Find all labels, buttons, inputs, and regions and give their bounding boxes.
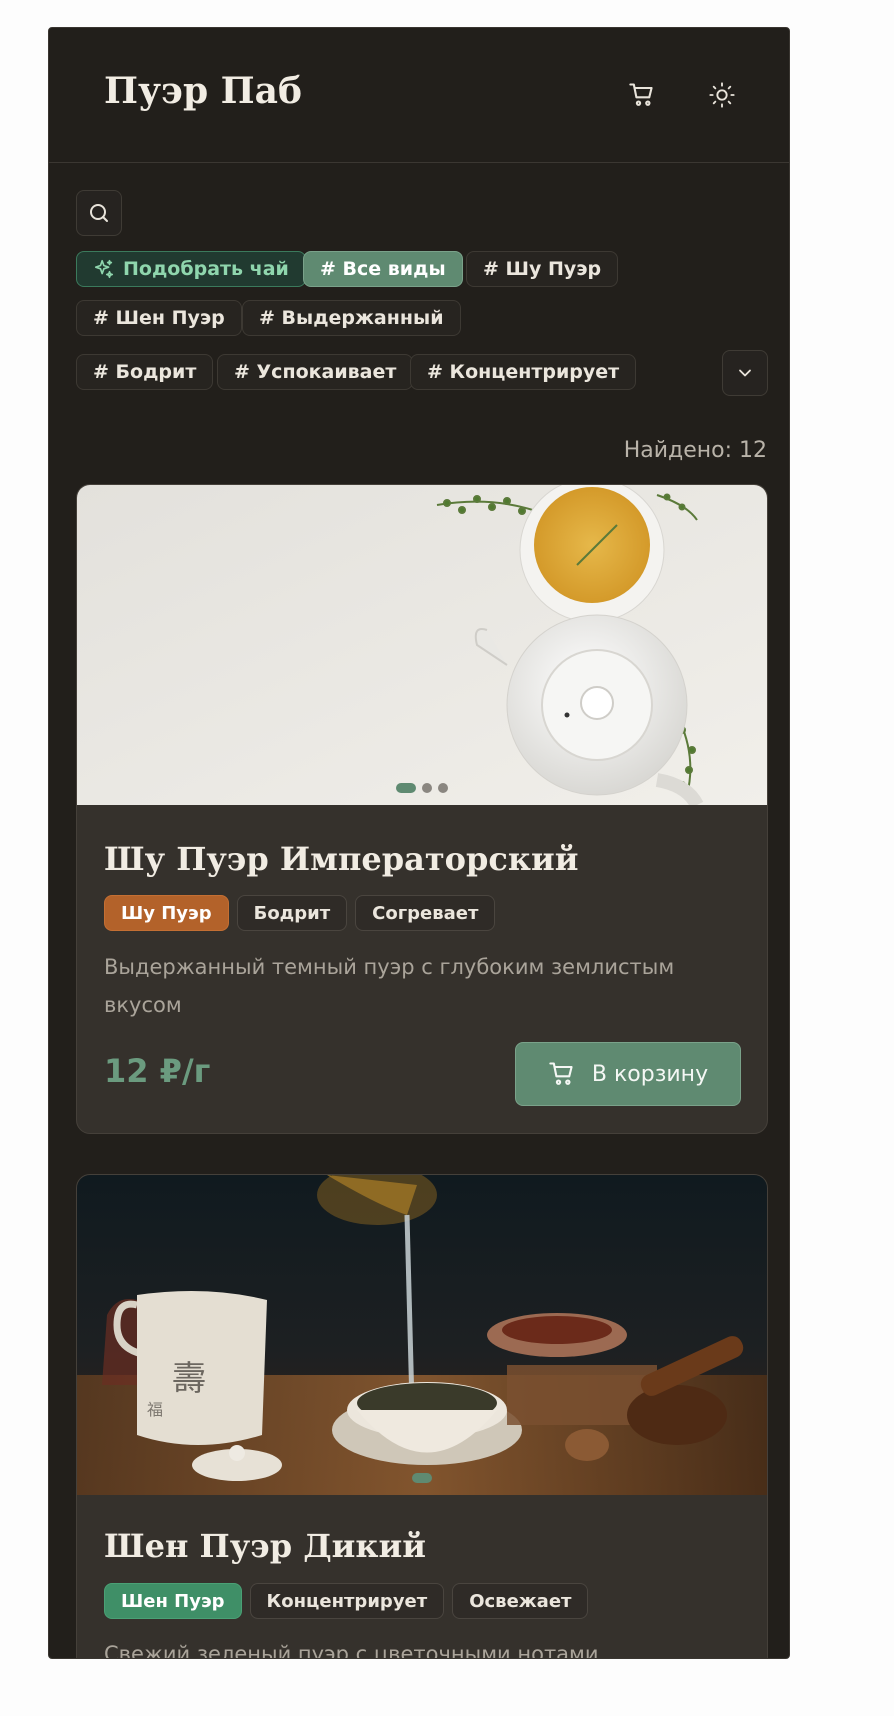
sun-icon[interactable]	[705, 78, 739, 112]
tag-effect: Концентрирует	[249, 1583, 445, 1619]
search-button[interactable]	[76, 190, 122, 236]
chip-aged[interactable]: # Выдержанный	[242, 300, 461, 336]
product-description: Выдержанный темный пуэр с глубоким земли…	[104, 955, 675, 1017]
carousel-dot[interactable]	[422, 783, 432, 793]
image-carousel-dots[interactable]	[412, 1473, 432, 1483]
cart-icon	[549, 1062, 573, 1085]
chip-shu-puer[interactable]: # Шу Пуэр	[466, 251, 619, 287]
chip-calms[interactable]: # Успокаивает	[217, 354, 414, 390]
cart-icon[interactable]	[625, 78, 659, 112]
carousel-dot[interactable]	[438, 783, 448, 793]
svg-text:福: 福	[147, 1400, 163, 1419]
header: Пуэр Паб	[49, 28, 789, 163]
logo[interactable]: Пуэр Паб	[104, 70, 302, 112]
product-tags: Шен Пуэр Концентрирует Освежает	[104, 1583, 589, 1619]
carousel-dot[interactable]	[396, 783, 416, 793]
svg-text:壽: 壽	[172, 1359, 206, 1399]
add-to-cart-button[interactable]: В корзину	[515, 1042, 741, 1106]
product-price: 12 ₽/г	[104, 1052, 211, 1090]
chevron-down-icon	[739, 369, 751, 377]
ai-pick-tea-button[interactable]: Подобрать чай	[76, 251, 306, 287]
tag-effect: Бодрит	[236, 895, 348, 931]
product-title[interactable]: Шен Пуэр Дикий	[104, 1527, 426, 1565]
add-to-cart-label: В корзину	[591, 1061, 709, 1087]
carousel-dot[interactable]	[412, 1473, 432, 1483]
chip-all-types[interactable]: # Все виды	[303, 251, 463, 287]
search-icon	[90, 204, 108, 222]
sparkles-icon	[94, 259, 114, 279]
product-card[interactable]: 壽 福 Шен Пуэр Дикий Шен Пуэр Концентрируе…	[76, 1174, 768, 1659]
product-image-pouring[interactable]: 壽 福	[77, 1175, 767, 1495]
product-description: Свежий зеленый пуэр с цветочными нотами	[104, 1642, 599, 1659]
tag-type: Шен Пуэр	[104, 1583, 242, 1619]
tag-effect: Согревает	[355, 895, 496, 931]
tag-effect: Освежает	[452, 1583, 589, 1619]
chip-focus[interactable]: # Концентрирует	[410, 354, 637, 390]
ai-pick-tea-label: Подобрать чай	[123, 258, 289, 280]
app-window: Пуэр Паб Подобрать чай # Все виды # Шу П…	[48, 27, 790, 1659]
expand-filters-button[interactable]	[722, 350, 768, 396]
chip-energizes[interactable]: # Бодрит	[76, 354, 214, 390]
tag-type: Шу Пуэр	[104, 895, 229, 931]
image-carousel-dots[interactable]	[396, 783, 448, 793]
chip-shen-puer[interactable]: # Шен Пуэр	[76, 300, 242, 336]
product-card[interactable]: Шу Пуэр Императорский Шу Пуэр Бодрит Сог…	[76, 484, 768, 1134]
product-tags: Шу Пуэр Бодрит Согревает	[104, 895, 496, 931]
product-image-teapot[interactable]	[77, 485, 767, 805]
results-count: Найдено: 12	[623, 438, 767, 463]
product-title[interactable]: Шу Пуэр Императорский	[104, 840, 578, 878]
